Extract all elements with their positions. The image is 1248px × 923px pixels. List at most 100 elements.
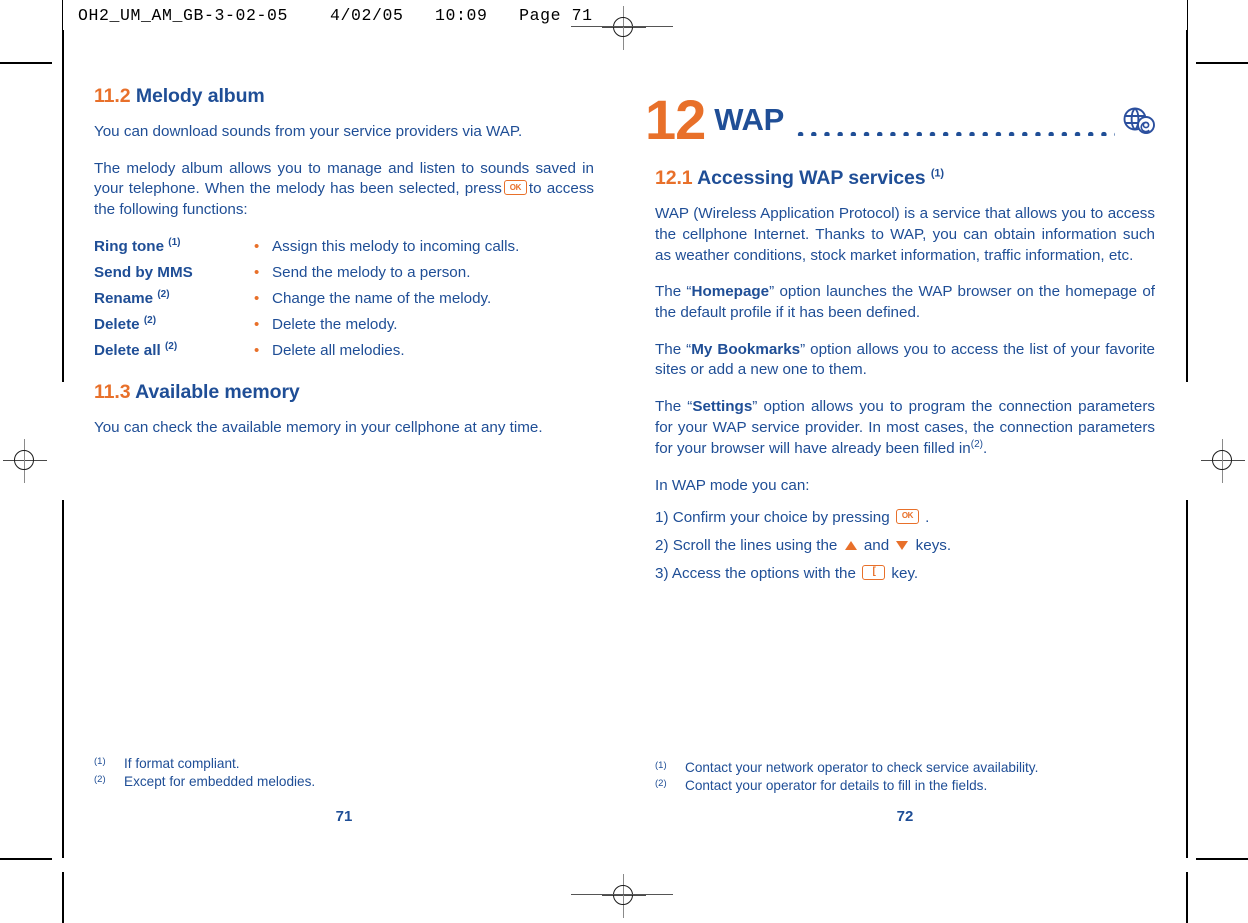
steps-intro: In WAP mode you can: <box>655 477 810 495</box>
option-description: Delete the melody. <box>272 315 398 333</box>
chapter-title: 12 WAP <box>645 88 1155 151</box>
bullet-icon: • <box>254 315 260 333</box>
footnote-item: (2) Contact your operator for details to… <box>655 778 1155 793</box>
footnote-item: (1) Contact your network operator to che… <box>655 760 1155 775</box>
registration-mark-bottom <box>602 874 646 918</box>
trim-line-right <box>1186 62 1188 382</box>
footnote-ref: (2) <box>143 314 157 326</box>
step-text: Scroll the lines using the <box>672 536 838 554</box>
option-term-label: Delete all <box>94 342 161 359</box>
section-heading-11-2: 11.2 Melody album <box>94 85 594 108</box>
page-number-right: 72 <box>896 808 914 825</box>
section-title: Melody album <box>135 85 265 107</box>
option-term: Rename (2) <box>94 289 254 307</box>
step-tail: key. <box>891 564 919 582</box>
option-term: Send by MMS <box>94 263 254 281</box>
bullet-icon: • <box>254 237 260 255</box>
option-term-label: Ring tone <box>94 237 165 255</box>
footnote-marker: (1) <box>94 756 106 767</box>
footnote-text: Except for embedded melodies. <box>124 774 316 789</box>
paragraph-available-memory: You can check the available memory in yo… <box>94 419 543 436</box>
dot-leader <box>794 127 1115 137</box>
footnote-text: If format compliant. <box>124 756 240 771</box>
footnote-marker: (1) <box>655 760 667 771</box>
footnote-marker: (2) <box>655 778 667 789</box>
left-page-footnotes: (1) If format compliant. (2) Except for … <box>94 756 594 792</box>
list-item: Delete (2) • Delete the melody. <box>94 315 594 333</box>
list-item: Delete all (2) • Delete all melodies. <box>94 341 594 359</box>
paragraph-wap-intro: WAP (Wireless Application Protocol) is a… <box>655 205 1155 264</box>
step-text: Access the options with the <box>671 564 856 582</box>
step-item-2: 2) Scroll the lines using the and keys. <box>655 537 1155 554</box>
footnote-text: Contact your operator for details to fil… <box>685 778 988 793</box>
paragraph-settings: The “Settings” option allows you to prog… <box>655 397 1155 460</box>
chapter-name: WAP <box>714 102 785 138</box>
paragraph-homepage: The “Homepage” option launches the WAP b… <box>655 282 1155 323</box>
bullet-icon: • <box>254 289 260 307</box>
section-title: Accessing WAP services <box>697 167 926 190</box>
registration-rule-bottom <box>571 894 673 896</box>
paragraph-prefix: The “ <box>655 340 692 358</box>
footnote-ref: (2) <box>164 340 178 352</box>
section-title: Available memory <box>135 381 300 403</box>
trim-line-left <box>62 62 64 382</box>
crop-mark-bottom-left-h <box>0 858 52 860</box>
step-text: Confirm your choice by pressing <box>672 508 890 526</box>
registration-mark-right <box>1201 439 1245 483</box>
option-description: Assign this melody to incoming calls. <box>272 237 520 255</box>
left-soft-key-icon: [ <box>862 564 886 580</box>
footnote-ref: (1) <box>168 236 181 248</box>
ok-key-icon: OK <box>503 180 527 196</box>
step-label: 3) <box>655 564 669 582</box>
footnote-ref: (2) <box>970 439 983 451</box>
up-arrow-key-icon <box>844 540 857 550</box>
section-number: 11.3 <box>94 381 131 403</box>
paragraph-melody-album-intro: The melody album allows you to manage an… <box>94 159 594 221</box>
option-name-settings: Settings <box>692 398 753 416</box>
list-item: Send by MMS • Send the melody to a perso… <box>94 263 594 281</box>
ok-key-icon: OK <box>895 508 919 524</box>
option-term: Delete all (2) <box>94 341 254 359</box>
footnote-item: (2) Except for embedded melodies. <box>94 774 594 789</box>
footnote-ref: (1) <box>930 167 944 180</box>
section-number: 11.2 <box>94 85 131 107</box>
trim-line-left-lower <box>62 500 64 858</box>
crop-mark-bottom-left-v <box>62 872 64 923</box>
melody-options-list: Ring tone (1) • Assign this melody to in… <box>94 237 594 359</box>
option-term: Ring tone (1) <box>94 237 254 255</box>
right-page-column: 12 WAP 12.1 Accessing WAP services (1) W… <box>645 91 1155 593</box>
option-name-my-bookmarks: My Bookmarks <box>691 340 801 358</box>
footnote-marker: (2) <box>94 774 106 785</box>
page-number-left: 71 <box>335 808 353 825</box>
option-term-label: Rename <box>94 289 154 307</box>
crop-mark-bottom-right-v <box>1186 872 1188 923</box>
footnote-text: Contact your network operator to check s… <box>685 760 1039 775</box>
option-description: Change the name of the melody. <box>272 289 492 307</box>
list-item: Rename (2) • Change the name of the melo… <box>94 289 594 307</box>
step-tail: keys. <box>915 536 952 554</box>
step-label: 2) <box>655 536 669 554</box>
section-heading-11-3: 11.3 Available memory <box>94 381 594 404</box>
option-description: Delete all melodies. <box>272 342 405 359</box>
bullet-icon: • <box>254 263 260 281</box>
option-term: Delete (2) <box>94 315 254 333</box>
paragraph-prefix: The “ <box>655 283 692 301</box>
step-mid: and <box>863 536 890 554</box>
list-item: Ring tone (1) • Assign this melody to in… <box>94 237 594 255</box>
left-page-column: 11.2 Melody album You can download sound… <box>94 85 594 455</box>
paragraph-tail: . <box>982 440 988 458</box>
option-term-label: Delete <box>94 315 140 333</box>
crop-mark-bottom-right-h <box>1196 858 1248 860</box>
page-slug-text: OH2_UM_AM_GB-3-02-05 4/02/05 10:09 Page … <box>78 6 593 25</box>
registration-mark-left <box>3 439 47 483</box>
step-label: 1) <box>655 508 669 526</box>
step-tail: . <box>925 508 930 526</box>
chapter-number: 12 <box>645 88 706 151</box>
crop-mark-top-right-h <box>1196 62 1248 64</box>
right-page-footnotes: (1) Contact your network operator to che… <box>655 760 1155 796</box>
step-item-3: 3) Access the options with the [ key. <box>655 564 1155 582</box>
paragraph-prefix: The “ <box>655 398 693 416</box>
option-term-label: Send by MMS <box>94 263 193 281</box>
trim-line-right-lower <box>1186 500 1188 858</box>
bullet-icon: • <box>254 342 260 359</box>
